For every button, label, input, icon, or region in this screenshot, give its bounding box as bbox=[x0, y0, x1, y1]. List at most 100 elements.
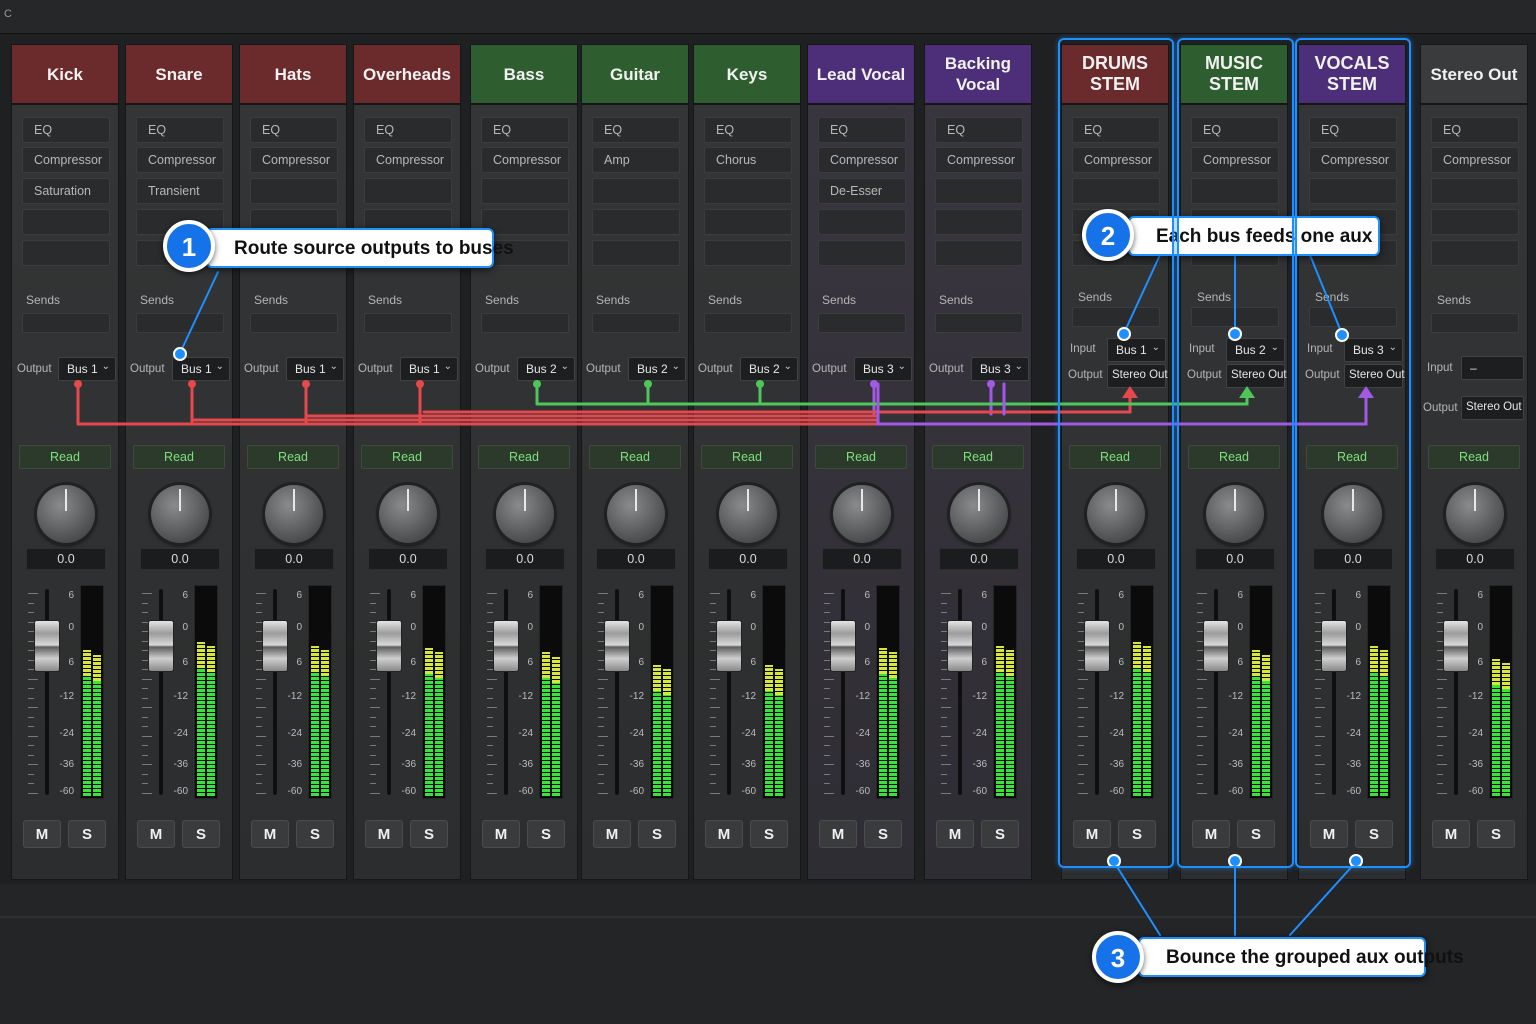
send-slot[interactable] bbox=[1191, 307, 1279, 327]
insert-slot[interactable]: EQ bbox=[364, 117, 452, 143]
automation-read-button[interactable]: Read bbox=[1428, 445, 1520, 469]
pan-knob[interactable] bbox=[719, 485, 777, 543]
solo-button[interactable]: S bbox=[750, 820, 788, 848]
send-slot[interactable] bbox=[1072, 307, 1160, 327]
solo-button[interactable]: S bbox=[1237, 820, 1275, 848]
insert-slot[interactable]: EQ bbox=[704, 117, 792, 143]
channel-name[interactable]: Guitar bbox=[582, 45, 688, 105]
channel-name[interactable]: Keys bbox=[694, 45, 800, 105]
solo-button[interactable]: S bbox=[864, 820, 902, 848]
output-select[interactable]: Bus 2 ⌄ bbox=[517, 357, 575, 381]
insert-slot[interactable] bbox=[481, 178, 569, 204]
volume-readout[interactable]: 0.0 bbox=[254, 548, 334, 570]
insert-slot[interactable]: Amp bbox=[592, 147, 680, 173]
send-slot[interactable] bbox=[364, 313, 452, 333]
output-select[interactable]: Bus 1 ⌄ bbox=[286, 357, 344, 381]
output-select[interactable]: Stereo Out bbox=[1107, 364, 1168, 388]
insert-slot[interactable]: EQ bbox=[592, 117, 680, 143]
volume-readout[interactable]: 0.0 bbox=[140, 548, 220, 570]
output-select[interactable]: Bus 2 ⌄ bbox=[628, 357, 686, 381]
input-select[interactable]: Bus 3 ⌄ bbox=[1344, 338, 1403, 362]
mute-button[interactable]: M bbox=[1432, 820, 1470, 848]
channel-name[interactable]: VOCALS STEM bbox=[1299, 45, 1405, 105]
channel-name[interactable]: Hats bbox=[240, 45, 346, 105]
pan-knob[interactable] bbox=[265, 485, 323, 543]
insert-slot[interactable] bbox=[250, 178, 338, 204]
channel-name[interactable]: Lead Vocal bbox=[808, 45, 914, 105]
input-select[interactable]: Bus 2 ⌄ bbox=[1226, 338, 1285, 362]
output-select[interactable]: Bus 1 ⌄ bbox=[58, 357, 116, 381]
automation-read-button[interactable]: Read bbox=[247, 445, 339, 469]
mute-button[interactable]: M bbox=[251, 820, 289, 848]
automation-read-button[interactable]: Read bbox=[133, 445, 225, 469]
insert-slot[interactable]: Compressor bbox=[818, 147, 906, 173]
insert-slot[interactable]: Compressor bbox=[364, 147, 452, 173]
insert-slot[interactable]: Compressor bbox=[1191, 147, 1279, 173]
insert-slot[interactable] bbox=[704, 178, 792, 204]
insert-slot[interactable] bbox=[1431, 178, 1519, 204]
input-select[interactable]: – bbox=[1461, 356, 1524, 380]
pan-knob[interactable] bbox=[950, 485, 1008, 543]
output-select[interactable]: Bus 3 ⌄ bbox=[971, 357, 1029, 381]
insert-slot[interactable]: Chorus bbox=[704, 147, 792, 173]
solo-button[interactable]: S bbox=[1477, 820, 1515, 848]
volume-readout[interactable]: 0.0 bbox=[1435, 548, 1515, 570]
send-slot[interactable] bbox=[935, 313, 1023, 333]
volume-readout[interactable]: 0.0 bbox=[26, 548, 106, 570]
insert-slot[interactable]: EQ bbox=[935, 117, 1023, 143]
insert-slot[interactable] bbox=[592, 209, 680, 235]
mute-button[interactable]: M bbox=[365, 820, 403, 848]
insert-slot[interactable]: EQ bbox=[250, 117, 338, 143]
solo-button[interactable]: S bbox=[68, 820, 106, 848]
mute-button[interactable]: M bbox=[1310, 820, 1348, 848]
send-slot[interactable] bbox=[592, 313, 680, 333]
insert-slot[interactable]: EQ bbox=[818, 117, 906, 143]
send-slot[interactable] bbox=[250, 313, 338, 333]
insert-slot[interactable]: Compressor bbox=[935, 147, 1023, 173]
channel-name[interactable]: DRUMS STEM bbox=[1062, 45, 1168, 105]
insert-slot[interactable]: EQ bbox=[1309, 117, 1397, 143]
insert-slot[interactable]: De-Esser bbox=[818, 178, 906, 204]
volume-readout[interactable]: 0.0 bbox=[485, 548, 565, 570]
insert-slot[interactable] bbox=[22, 209, 110, 235]
solo-button[interactable]: S bbox=[1118, 820, 1156, 848]
send-slot[interactable] bbox=[704, 313, 792, 333]
output-select[interactable]: Stereo Out bbox=[1461, 396, 1524, 420]
insert-slot[interactable]: Saturation bbox=[22, 178, 110, 204]
volume-readout[interactable]: 0.0 bbox=[1313, 548, 1393, 570]
insert-slot[interactable]: EQ bbox=[1431, 117, 1519, 143]
pan-knob[interactable] bbox=[1087, 485, 1145, 543]
insert-slot[interactable] bbox=[935, 240, 1023, 266]
pan-knob[interactable] bbox=[1206, 485, 1264, 543]
output-select[interactable]: Stereo Out bbox=[1226, 364, 1287, 388]
automation-read-button[interactable]: Read bbox=[1069, 445, 1161, 469]
automation-read-button[interactable]: Read bbox=[815, 445, 907, 469]
volume-readout[interactable]: 0.0 bbox=[1195, 548, 1275, 570]
automation-read-button[interactable]: Read bbox=[1188, 445, 1280, 469]
channel-name[interactable]: MUSIC STEM bbox=[1181, 45, 1287, 105]
insert-slot[interactable] bbox=[1431, 209, 1519, 235]
insert-slot[interactable]: Compressor bbox=[481, 147, 569, 173]
output-select[interactable]: Bus 1 ⌄ bbox=[172, 357, 230, 381]
insert-slot[interactable] bbox=[818, 209, 906, 235]
pan-knob[interactable] bbox=[151, 485, 209, 543]
pan-knob[interactable] bbox=[1446, 485, 1504, 543]
pan-knob[interactable] bbox=[496, 485, 554, 543]
channel-name[interactable]: Backing Vocal bbox=[925, 45, 1031, 105]
insert-slot[interactable] bbox=[1072, 178, 1160, 204]
send-slot[interactable] bbox=[1431, 313, 1519, 333]
solo-button[interactable]: S bbox=[182, 820, 220, 848]
mute-button[interactable]: M bbox=[819, 820, 857, 848]
insert-slot[interactable]: Compressor bbox=[22, 147, 110, 173]
volume-readout[interactable]: 0.0 bbox=[708, 548, 788, 570]
automation-read-button[interactable]: Read bbox=[19, 445, 111, 469]
channel-name[interactable]: Overheads bbox=[354, 45, 460, 105]
mute-button[interactable]: M bbox=[936, 820, 974, 848]
solo-button[interactable]: S bbox=[981, 820, 1019, 848]
mute-button[interactable]: M bbox=[1192, 820, 1230, 848]
volume-readout[interactable]: 0.0 bbox=[822, 548, 902, 570]
insert-slot[interactable]: EQ bbox=[481, 117, 569, 143]
solo-button[interactable]: S bbox=[1355, 820, 1393, 848]
insert-slot[interactable] bbox=[1191, 178, 1279, 204]
pan-knob[interactable] bbox=[833, 485, 891, 543]
